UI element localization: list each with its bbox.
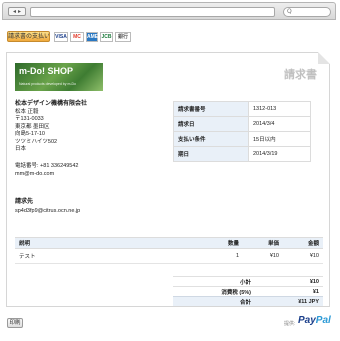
meta-row: 支払い条件 15日以内 xyxy=(173,131,311,147)
col-unit-price: 単価 xyxy=(243,237,283,249)
meta-row: 期日 2014/3/19 xyxy=(173,146,311,162)
meta-row: 請求書番号 1312-013 xyxy=(173,101,311,117)
address-line: ツツミハイツ502 xyxy=(15,138,58,145)
subtotal-row: 小計 ¥10 xyxy=(173,276,323,287)
card-logo-jcb-icon: JCB xyxy=(100,31,113,42)
address-bar[interactable] xyxy=(30,7,275,17)
seller-email: mm@m-do.com xyxy=(15,170,55,177)
search-box[interactable]: Q xyxy=(283,7,331,17)
tax-row: 消費税 (5%) ¥1 xyxy=(173,286,323,297)
paypal-logo: PayPal xyxy=(298,315,331,326)
invoice-panel: 請求書 m-Do! SHOP Natural products develope… xyxy=(6,52,330,307)
meta-key: 支払い条件 xyxy=(173,131,249,147)
item-amount: ¥10 xyxy=(283,248,323,264)
bill-to-heading: 請求先 xyxy=(15,199,34,205)
page-fold xyxy=(318,52,330,64)
meta-key: 請求書番号 xyxy=(173,101,249,117)
total-value: ¥10 xyxy=(255,276,323,287)
browser-toolbar: ◂ ▸ Q xyxy=(2,2,336,20)
logo-text: m-Do! SHOP xyxy=(19,66,73,76)
company-name: 松本デザイン機構有限会社 xyxy=(15,101,88,107)
paypal-logo-pay: Pay xyxy=(298,315,316,326)
total-value: ¥1 xyxy=(255,286,323,297)
invoice-meta-table: 請求書番号 1312-013 請求日 2014/3/4 支払い条件 15日以内 期日 2… xyxy=(173,101,311,162)
logo-tagline: Natural products developed by m-Do xyxy=(19,82,77,86)
total-label: 消費税 (5%) xyxy=(173,286,255,297)
meta-row: 請求日 2014/3/4 xyxy=(173,116,311,132)
meta-value: 15日以内 xyxy=(248,131,311,147)
line-items-table: 説明 数量 単価 金額 テスト 1 ¥10 ¥10 xyxy=(15,237,323,264)
card-logo-mc-icon: MC xyxy=(70,31,84,42)
col-amount: 金額 xyxy=(283,237,323,249)
seller-contact: 電話番号: +81 336249542 mm@m-do.com xyxy=(15,163,78,178)
card-logo-amex-icon: AMEX xyxy=(86,31,102,42)
bill-to-email: sp4d3fp9@citrus.ocn.ne.jp xyxy=(15,208,81,214)
meta-value: 1312-013 xyxy=(248,101,311,117)
total-value: ¥11 JPY xyxy=(255,296,323,306)
item-quantity: 1 xyxy=(203,248,243,264)
meta-key: 請求日 xyxy=(173,116,249,132)
meta-key: 期日 xyxy=(173,146,249,162)
powered-by-label: 提供: xyxy=(284,321,296,327)
grand-total-row: 合計 ¥11 JPY xyxy=(173,296,323,306)
card-logo-visa-icon: VISA xyxy=(54,31,68,42)
paypal-logo-pal: Pal xyxy=(315,315,331,326)
address-line: 東京都 墨田区 xyxy=(15,123,50,130)
shop-logo: m-Do! SHOP Natural products developed by… xyxy=(15,63,103,91)
card-logos: VISA MC AMEX JCB 銀行 xyxy=(54,31,131,42)
seller-address: 松本デザイン機構有限会社 松本 正毅 〒131-0033 東京都 墨田区 向島5… xyxy=(15,101,87,154)
search-icon: Q xyxy=(287,8,292,15)
pay-invoice-button[interactable]: 請求書の支払い xyxy=(7,31,50,42)
address-line: 向島5-17-10 xyxy=(15,131,45,137)
address-line: 松本 正毅 xyxy=(15,108,39,115)
phone-number: 電話番号: +81 336249542 xyxy=(15,163,79,169)
invoice-title: 請求書 xyxy=(284,69,317,81)
address-line: 〒131-0033 xyxy=(15,116,44,122)
total-label: 小計 xyxy=(173,276,255,287)
col-quantity: 数量 xyxy=(203,237,243,249)
item-description: テスト xyxy=(15,248,203,264)
total-label: 合計 xyxy=(173,296,255,306)
item-unit-price: ¥10 xyxy=(243,248,283,264)
meta-value: 2014/3/4 xyxy=(248,116,311,132)
totals-table: 小計 ¥10 消費税 (5%) ¥1 合計 ¥11 JPY xyxy=(173,276,323,306)
items-header-row: 説明 数量 単価 金額 xyxy=(15,237,323,249)
print-button[interactable]: 印刷 xyxy=(7,318,23,328)
col-description: 説明 xyxy=(15,237,203,249)
table-row: テスト 1 ¥10 ¥10 xyxy=(15,248,323,264)
back-forward-buttons[interactable]: ◂ ▸ xyxy=(8,7,26,16)
address-line: 日本 xyxy=(15,146,27,152)
meta-value: 2014/3/19 xyxy=(248,146,311,162)
card-logo-銀行-icon: 銀行 xyxy=(115,31,131,42)
